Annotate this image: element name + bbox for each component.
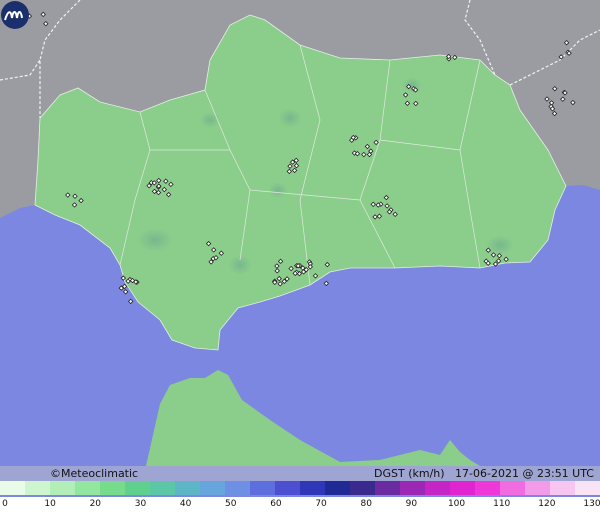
brand-label: ©Meteoclimatic [50, 467, 139, 480]
scale-swatch [50, 481, 75, 495]
scale-tick-label: 130 [583, 499, 600, 509]
scale-tick-label: 40 [179, 499, 192, 509]
scale-tick-label: 90 [405, 499, 418, 509]
scale-swatch [0, 481, 25, 495]
scale-swatch [350, 481, 375, 495]
scale-swatch [475, 481, 500, 495]
color-scale-labels: 0 10 20 30 40 50 60 70 80 90 100 110 120 130 [0, 497, 600, 517]
scale-tick-label: 100 [447, 499, 466, 509]
scale-swatch [100, 481, 125, 495]
scale-swatch [575, 481, 600, 495]
scale-swatch [500, 481, 525, 495]
scale-swatch [250, 481, 275, 495]
scale-swatch [550, 481, 575, 495]
scale-tick-label: 0 [2, 499, 8, 509]
scale-tick-label: 80 [360, 499, 372, 509]
scale-swatch [25, 481, 50, 495]
scale-swatch [300, 481, 325, 495]
scale-swatch [450, 481, 475, 495]
scale-swatch [425, 481, 450, 495]
scale-tick-label: 110 [493, 499, 511, 509]
map-caption: DGST (km/h) 17-06-2021 @ 23:51 UTC [374, 467, 594, 480]
date-label: 17-06-2021 [455, 467, 519, 480]
scale-swatch [225, 481, 250, 495]
scale-tick-label: 10 [44, 499, 56, 509]
time-label: 23:51 UTC [536, 467, 594, 480]
info-bar: ©Meteoclimatic DGST (km/h) 17-06-2021 @ … [0, 466, 600, 481]
color-scale-bar [0, 481, 600, 495]
scale-swatch [200, 481, 225, 495]
scale-tick-label: 70 [315, 499, 327, 509]
variable-label: DGST (km/h) [374, 467, 445, 480]
scale-tick-label: 30 [134, 499, 147, 509]
scale-tick-label: 50 [225, 499, 237, 509]
scale-swatch [175, 481, 200, 495]
scale-tick-label: 20 [89, 499, 102, 509]
scale-swatch [75, 481, 100, 495]
weather-map[interactable]: ©Meteoclimatic DGST (km/h) 17-06-2021 @ … [0, 0, 600, 517]
scale-swatch [125, 481, 150, 495]
meteoclimatic-logo [1, 1, 29, 29]
scale-tick-label: 60 [270, 499, 282, 509]
scale-swatch [525, 481, 550, 495]
map-canvas [0, 0, 600, 517]
scale-swatch [325, 481, 350, 495]
at-sign: @ [522, 467, 534, 480]
scale-swatch [375, 481, 400, 495]
scale-swatch [150, 481, 175, 495]
scale-swatch [275, 481, 300, 495]
scale-swatch [400, 481, 425, 495]
scale-tick-label: 120 [538, 499, 556, 509]
